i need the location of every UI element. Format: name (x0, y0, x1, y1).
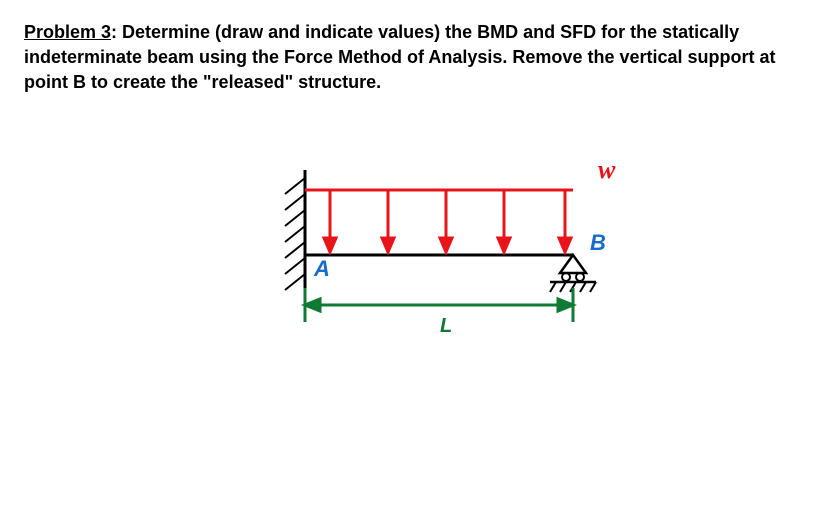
distributed-load-arrows (324, 190, 571, 252)
diagram-svg (270, 160, 670, 360)
problem-body: : Determine (draw and indicate values) t… (24, 22, 776, 92)
problem-statement: Problem 3: Determine (draw and indicate … (24, 20, 812, 96)
beam-diagram: A B w L (270, 160, 670, 360)
load-label: w (598, 155, 615, 185)
point-b-label: B (590, 230, 606, 256)
point-a-label: A (314, 256, 330, 282)
problem-label: Problem 3 (24, 22, 111, 42)
fixed-support-icon (285, 170, 305, 290)
roller-support-icon (550, 255, 596, 292)
length-label: L (440, 315, 452, 338)
dimension-line (305, 288, 573, 322)
